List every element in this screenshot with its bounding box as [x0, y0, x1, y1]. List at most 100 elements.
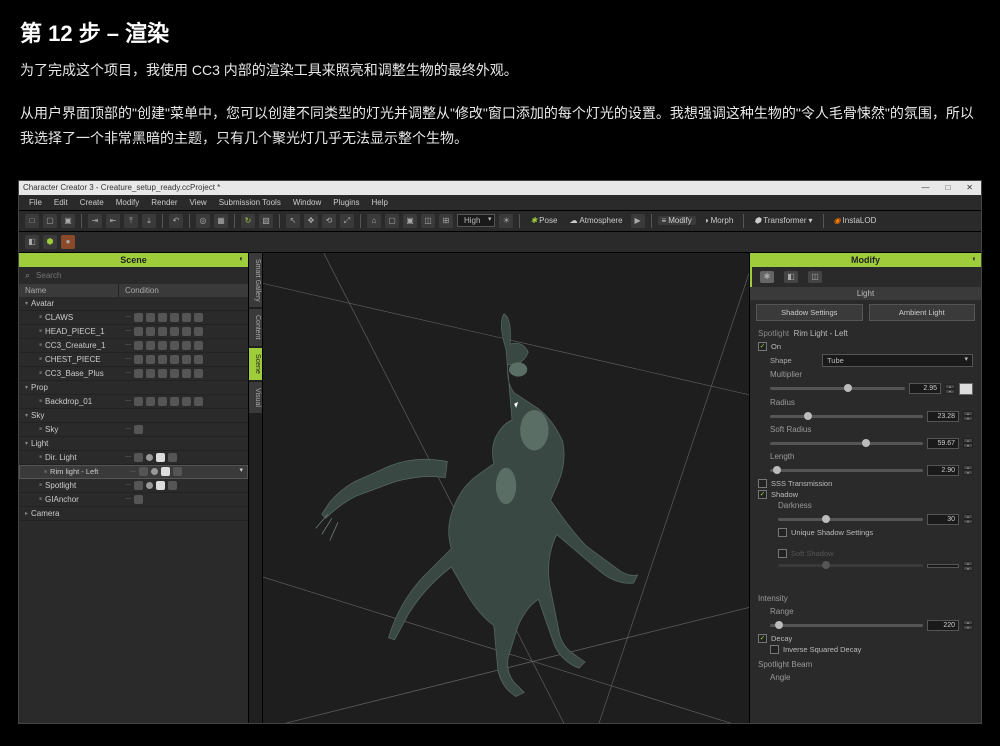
spotlight-beam-label: Spotlight Beam: [758, 660, 973, 669]
mod-tab-3[interactable]: ◫: [808, 271, 822, 283]
soft-radius-value[interactable]: 59.67: [927, 438, 959, 449]
tab-visual[interactable]: Visual: [249, 382, 262, 413]
instalod-button[interactable]: ◉ InstaLOD: [830, 216, 881, 225]
move-icon[interactable]: ✥: [304, 214, 318, 228]
search-input[interactable]: [36, 271, 242, 280]
view4-icon[interactable]: ⊞: [439, 214, 453, 228]
modify-button[interactable]: ≡ Modify: [658, 216, 696, 225]
win-close[interactable]: ✕: [962, 183, 977, 192]
range-slider[interactable]: [770, 624, 923, 627]
mult-dn[interactable]: ▾: [945, 389, 955, 394]
upload-icon[interactable]: ⤒: [124, 214, 138, 228]
sub2-icon[interactable]: ⬢: [43, 235, 57, 249]
sss-checkbox[interactable]: SSS Transmission: [758, 479, 973, 488]
menu-edit[interactable]: Edit: [54, 198, 68, 207]
export-icon[interactable]: ⇤: [106, 214, 120, 228]
range-value[interactable]: 220: [927, 620, 959, 631]
view3-icon[interactable]: ◫: [421, 214, 435, 228]
tree-row-cc3-base-plus[interactable]: ■CC3_Base_Plus—: [19, 367, 248, 381]
tree-row-dir-light[interactable]: ■Dir. Light—: [19, 451, 248, 465]
tree-row-cc3-creature-1[interactable]: ■CC3_Creature_1—: [19, 339, 248, 353]
color-swatch[interactable]: [959, 383, 973, 395]
quality-dropdown[interactable]: High: [457, 214, 495, 227]
morph-button[interactable]: ◑ Morph: [700, 216, 738, 225]
shape-select[interactable]: Tube: [822, 354, 973, 367]
tab-scene[interactable]: Scene: [249, 348, 262, 380]
menu-file[interactable]: File: [29, 198, 42, 207]
sun-icon[interactable]: ☀: [499, 214, 513, 228]
sub3-icon[interactable]: ●: [61, 235, 75, 249]
soft-radius-slider[interactable]: [770, 442, 923, 445]
tool-icon[interactable]: ▧: [259, 214, 273, 228]
render-icon[interactable]: ▶: [631, 214, 645, 228]
rotate-icon[interactable]: ⟲: [322, 214, 336, 228]
refresh-icon[interactable]: ↻: [241, 214, 255, 228]
shadow-checkbox[interactable]: Shadow: [758, 490, 973, 499]
win-max[interactable]: □: [941, 183, 954, 192]
tree-row-light[interactable]: ▾Light: [19, 437, 248, 451]
grid-icon[interactable]: ▦: [214, 214, 228, 228]
unique-shadow-checkbox[interactable]: Unique Shadow Settings: [778, 528, 973, 537]
tree-row-gianchor[interactable]: ■GIAnchor—: [19, 493, 248, 507]
new-icon[interactable]: □: [25, 214, 39, 228]
tab-content[interactable]: Content: [249, 309, 262, 346]
transformer-button[interactable]: ⬢ Transformer ▾: [750, 216, 816, 225]
tree-row-sky[interactable]: ■Sky—: [19, 423, 248, 437]
menu-plugins[interactable]: Plugins: [333, 198, 359, 207]
tab-smart-gallery[interactable]: Smart Gallery: [249, 253, 262, 308]
radius-slider[interactable]: [770, 415, 923, 418]
open-icon[interactable]: ▢: [43, 214, 57, 228]
mod-tab-1[interactable]: ✱: [760, 271, 774, 283]
length-value[interactable]: 2.90: [927, 465, 959, 476]
multiplier-slider[interactable]: [770, 387, 905, 390]
download-icon[interactable]: ⤓: [142, 214, 156, 228]
tree-row-rim-light-left[interactable]: ■Rim light - Left—: [19, 465, 248, 479]
undo-icon[interactable]: ↶: [169, 214, 183, 228]
tree-row-head-piece-1[interactable]: ■HEAD_PIECE_1—: [19, 325, 248, 339]
length-slider[interactable]: [770, 469, 923, 472]
tree-row-chest-piece[interactable]: ■CHEST_PIECE—: [19, 353, 248, 367]
decay-checkbox[interactable]: Decay: [758, 634, 973, 643]
view1-icon[interactable]: ▢: [385, 214, 399, 228]
darkness-slider[interactable]: [778, 518, 923, 521]
menu-help[interactable]: Help: [372, 198, 388, 207]
on-checkbox[interactable]: On: [758, 342, 973, 351]
inverse-checkbox[interactable]: Inverse Squared Decay: [770, 645, 973, 654]
cursor-icon[interactable]: ↖: [286, 214, 300, 228]
sub1-icon[interactable]: ◧: [25, 235, 39, 249]
scene-collapse-icon[interactable]: ◐: [239, 254, 244, 263]
viewport[interactable]: [263, 253, 749, 723]
pose-button[interactable]: ✱ Pose: [526, 216, 561, 225]
scale-icon[interactable]: ⤢: [340, 214, 354, 228]
tree-row-spotlight[interactable]: ■Spotlight—: [19, 479, 248, 493]
menu-window[interactable]: Window: [293, 198, 321, 207]
ambient-light-button[interactable]: Ambient Light: [869, 304, 976, 321]
tree-row-backdrop-01[interactable]: ■Backdrop_01—: [19, 395, 248, 409]
menu-create[interactable]: Create: [80, 198, 104, 207]
tree-row-avatar[interactable]: ▾Avatar: [19, 297, 248, 311]
modify-collapse-icon[interactable]: ◐: [972, 254, 977, 263]
target-icon[interactable]: ◎: [196, 214, 210, 228]
tree-row-sky[interactable]: ▾Sky: [19, 409, 248, 423]
tree-row-claws[interactable]: ■CLAWS—: [19, 311, 248, 325]
tree-row-camera[interactable]: ▸Camera: [19, 507, 248, 521]
atmosphere-button[interactable]: ☁ Atmosphere: [565, 216, 626, 225]
win-min[interactable]: —: [917, 183, 933, 192]
menubar: File Edit Create Modify Render View Subm…: [19, 195, 981, 210]
menu-submission[interactable]: Submission Tools: [219, 198, 281, 207]
tree-row-prop[interactable]: ▾Prop: [19, 381, 248, 395]
menu-view[interactable]: View: [190, 198, 207, 207]
save-icon[interactable]: ▣: [61, 214, 75, 228]
col-name: Name: [19, 284, 119, 297]
import-icon[interactable]: ⇥: [88, 214, 102, 228]
scene-panel: Scene ◐ ⌕ Name Condition ▾Avatar■CLAWS—■…: [19, 253, 249, 723]
menu-modify[interactable]: Modify: [116, 198, 140, 207]
mod-tab-2[interactable]: ◧: [784, 271, 798, 283]
multiplier-value[interactable]: 2.95: [909, 383, 941, 394]
menu-render[interactable]: Render: [151, 198, 177, 207]
home-icon[interactable]: ⌂: [367, 214, 381, 228]
shadow-settings-button[interactable]: Shadow Settings: [756, 304, 863, 321]
radius-value[interactable]: 23.28: [927, 411, 959, 422]
darkness-value[interactable]: 30: [927, 514, 959, 525]
view2-icon[interactable]: ▣: [403, 214, 417, 228]
